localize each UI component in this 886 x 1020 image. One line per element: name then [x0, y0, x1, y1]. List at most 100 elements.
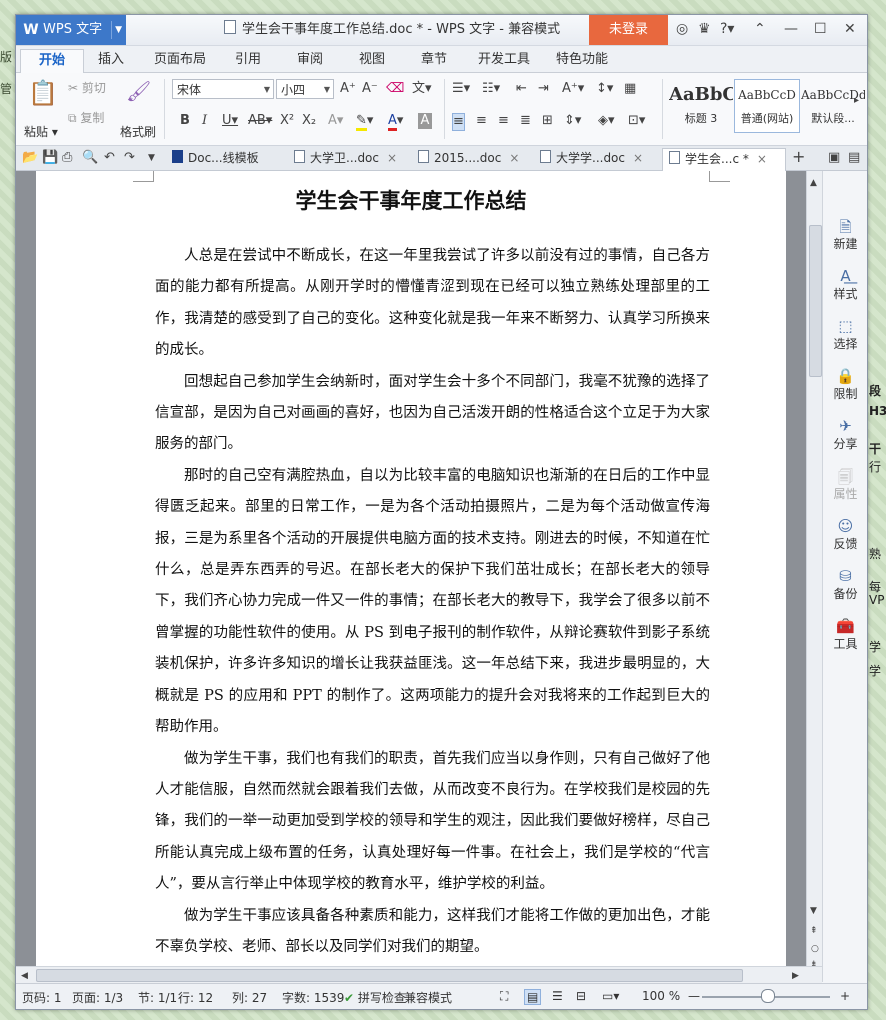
redo-icon[interactable]: ↷	[124, 150, 135, 166]
task-styles[interactable]: A͟ 样式	[823, 267, 867, 302]
tab-special[interactable]: 特色功能	[550, 49, 614, 71]
doc-tab[interactable]: Doc...线模板	[166, 148, 284, 168]
char-shading-icon[interactable]: A	[418, 113, 432, 129]
numbering-icon[interactable]: ☷▾	[482, 81, 500, 97]
browse-object-icon[interactable]: ○	[811, 941, 819, 957]
styles-more-icon[interactable]: ▸	[854, 93, 859, 109]
strikethrough-icon[interactable]: AB▾	[248, 113, 272, 129]
reading-mode-icon[interactable]: ▭▾	[602, 989, 619, 1003]
new-tab-icon[interactable]: +	[792, 149, 805, 165]
quick-access-dropdown-icon[interactable]: ▼	[148, 150, 155, 166]
tab-view[interactable]: 视图	[350, 49, 394, 71]
shrink-font-icon[interactable]: A⁻	[362, 81, 378, 97]
status-column[interactable]: 列: 27	[232, 989, 267, 1006]
scroll-up-icon[interactable]: ▲	[810, 175, 817, 191]
page-view-icon[interactable]: ▤	[524, 989, 542, 1005]
align-left-icon[interactable]: ≡	[452, 113, 465, 131]
document-area[interactable]: 学生会干事年度工作总结 人总是在尝试中不断成长，在这一年里我尝试了许多以前没有过…	[16, 171, 806, 966]
sort-icon[interactable]: ↕▾	[596, 81, 613, 97]
task-backup[interactable]: ⛁ 备份	[823, 567, 867, 602]
close-icon[interactable]: ✕	[844, 21, 856, 37]
document-body[interactable]: 人总是在尝试中不断成长，在这一年里我尝试了许多以前没有过的事情，自己各方面的能力…	[155, 241, 710, 963]
superscript-icon[interactable]: X²	[280, 113, 294, 129]
format-painter-icon[interactable]: 🖌	[126, 79, 151, 103]
skin-icon[interactable]: ◎	[676, 21, 688, 37]
cut-button[interactable]: ✂ 剪切	[68, 79, 106, 96]
grow-font-icon[interactable]: A⁺	[340, 81, 356, 97]
bold-icon[interactable]: B	[180, 113, 190, 129]
task-feedback[interactable]: ☺ 反馈	[823, 517, 867, 552]
doc-tab-active[interactable]: 学生会...c * ×	[662, 148, 786, 171]
horizontal-scroll-thumb[interactable]	[36, 969, 743, 982]
tab-list-icon[interactable]: ▣	[828, 150, 840, 166]
tab-home[interactable]: 开始	[20, 49, 84, 73]
undo-icon[interactable]: ↶	[104, 150, 115, 166]
underline-icon[interactable]: U▾	[222, 113, 238, 129]
print-icon[interactable]: ⎙	[62, 150, 72, 166]
zoom-out-icon[interactable]: —	[688, 989, 700, 1003]
task-share[interactable]: ✈ 分享	[823, 417, 867, 452]
spell-check-toggle[interactable]: ✔ 拼写检查	[344, 989, 406, 1006]
document-page[interactable]: 学生会干事年度工作总结 人总是在尝试中不断成长，在这一年里我尝试了许多以前没有过…	[36, 171, 786, 966]
close-icon[interactable]: ×	[509, 151, 519, 165]
collapse-ribbon-icon[interactable]: ⌃	[754, 21, 766, 37]
tab-page-layout[interactable]: 页面布局	[148, 49, 212, 71]
scroll-right-icon[interactable]: ▶	[792, 968, 799, 984]
paste-icon[interactable]: 📋	[28, 79, 58, 107]
vertical-scroll-thumb[interactable]	[809, 225, 822, 377]
doc-tab[interactable]: 2015....doc ×	[412, 148, 532, 168]
justify-icon[interactable]: ≣	[520, 113, 531, 129]
paragraph-shading-icon[interactable]: ◈▾	[598, 113, 615, 129]
format-painter-button[interactable]: 格式刷	[120, 123, 156, 140]
help-icon[interactable]: ?▾	[720, 21, 734, 37]
font-name-select[interactable]: 宋体 ▼	[172, 79, 274, 99]
shirt-icon[interactable]: ♛	[698, 21, 711, 37]
tab-menu-icon[interactable]: ▤	[848, 150, 860, 166]
task-tools[interactable]: 🧰 工具	[823, 617, 867, 652]
clear-format-icon[interactable]: ⌫	[386, 81, 404, 97]
status-line[interactable]: 行: 12	[178, 989, 213, 1006]
vertical-scrollbar[interactable]: ▲ ▼ ⇞ ○ ⇟	[806, 171, 823, 970]
scroll-left-icon[interactable]: ◀	[21, 968, 28, 984]
font-size-select[interactable]: 小四 ▼	[276, 79, 334, 99]
line-spacing-icon[interactable]: ⇕▾	[564, 113, 581, 129]
web-view-icon[interactable]: ⊟	[576, 989, 586, 1003]
task-new[interactable]: 🗎 新建	[823, 217, 867, 252]
chinese-layout-icon[interactable]: A⁺▾	[562, 81, 584, 97]
text-effect-icon[interactable]: A▾	[328, 113, 343, 129]
maximize-icon[interactable]: ☐	[814, 21, 827, 37]
increase-indent-icon[interactable]: ⇥	[538, 81, 549, 97]
close-icon[interactable]: ×	[387, 151, 397, 165]
scroll-down-icon[interactable]: ▼	[810, 903, 817, 919]
close-icon[interactable]: ×	[633, 151, 643, 165]
borders-icon[interactable]: ⊡▾	[628, 113, 645, 129]
doc-tab[interactable]: 大学卫...doc ×	[288, 148, 410, 168]
save-icon[interactable]: 💾	[42, 150, 58, 166]
previous-page-icon[interactable]: ⇞	[810, 923, 818, 939]
zoom-in-icon[interactable]: +	[840, 989, 850, 1003]
highlight-icon[interactable]: ✎▾	[356, 113, 373, 131]
italic-icon[interactable]: I	[202, 113, 207, 129]
bullets-icon[interactable]: ☰▾	[452, 81, 470, 97]
print-preview-icon[interactable]: 🔍	[82, 150, 98, 166]
status-section[interactable]: 节: 1/1	[138, 989, 177, 1006]
task-restrict[interactable]: 🔒 限制	[823, 367, 867, 402]
zoom-slider-handle[interactable]	[761, 989, 775, 1003]
tab-review[interactable]: 审阅	[288, 49, 332, 71]
tab-chapter[interactable]: 章节	[412, 49, 456, 71]
doc-tab[interactable]: 大学学...doc ×	[534, 148, 660, 168]
minimize-icon[interactable]: —	[784, 21, 798, 37]
open-folder-icon[interactable]: 📂	[22, 150, 38, 166]
close-icon[interactable]: ×	[757, 152, 767, 166]
font-color-icon[interactable]: A▾	[388, 113, 403, 131]
outline-view-icon[interactable]: ☰	[552, 989, 563, 1003]
decrease-indent-icon[interactable]: ⇤	[516, 81, 527, 97]
status-word-count[interactable]: 字数: 1539	[282, 989, 344, 1006]
align-right-icon[interactable]: ≡	[498, 113, 509, 129]
style-normal-web[interactable]: AaBbCcD 普通(网站)	[734, 79, 800, 133]
tab-insert[interactable]: 插入	[88, 49, 134, 71]
phonetic-guide-icon[interactable]: 文▾	[412, 81, 432, 97]
zoom-level[interactable]: 100 %	[642, 989, 680, 1003]
status-pages[interactable]: 页面: 1/3	[72, 989, 123, 1006]
fullscreen-icon[interactable]: ⛶	[500, 989, 508, 1004]
